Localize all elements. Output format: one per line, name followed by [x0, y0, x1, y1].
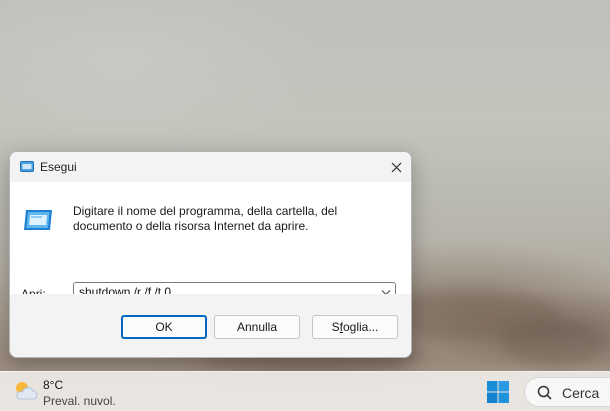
close-icon — [391, 162, 401, 172]
weather-temperature: 8°C — [43, 378, 64, 392]
browse-button[interactable]: Sf oglia... — [312, 315, 398, 339]
ok-button[interactable]: OK — [121, 315, 207, 339]
dialog-button-bar: OK Annulla Sf oglia... — [10, 294, 411, 357]
dialog-description: Digitare il nome del programma, della ca… — [73, 204, 338, 233]
partly-cloudy-icon — [16, 382, 38, 400]
run-icon — [20, 161, 34, 172]
search-icon — [537, 385, 552, 400]
dialog-titlebar[interactable]: Esegui — [10, 152, 411, 182]
wallpaper-rock — [500, 320, 610, 365]
weather-description: Preval. nuvol. — [43, 394, 116, 408]
search-label: Cerca — [562, 385, 600, 401]
browse-label-prefix: S — [331, 320, 340, 334]
taskbar-search[interactable]: Cerca — [524, 377, 610, 407]
dialog-title: Esegui — [40, 160, 77, 174]
browse-label-rest: oglia... — [343, 320, 379, 334]
windows-logo-icon[interactable] — [486, 380, 510, 404]
taskbar: 8°C Preval. nuvol. Cerca — [0, 371, 610, 411]
dialog-body: Digitare il nome del programma, della ca… — [10, 182, 411, 303]
run-dialog: Esegui Digitare il nome del programma, d… — [9, 151, 412, 358]
cancel-button[interactable]: Annulla — [214, 315, 300, 339]
close-button[interactable] — [381, 152, 411, 182]
run-program-icon — [24, 210, 52, 230]
